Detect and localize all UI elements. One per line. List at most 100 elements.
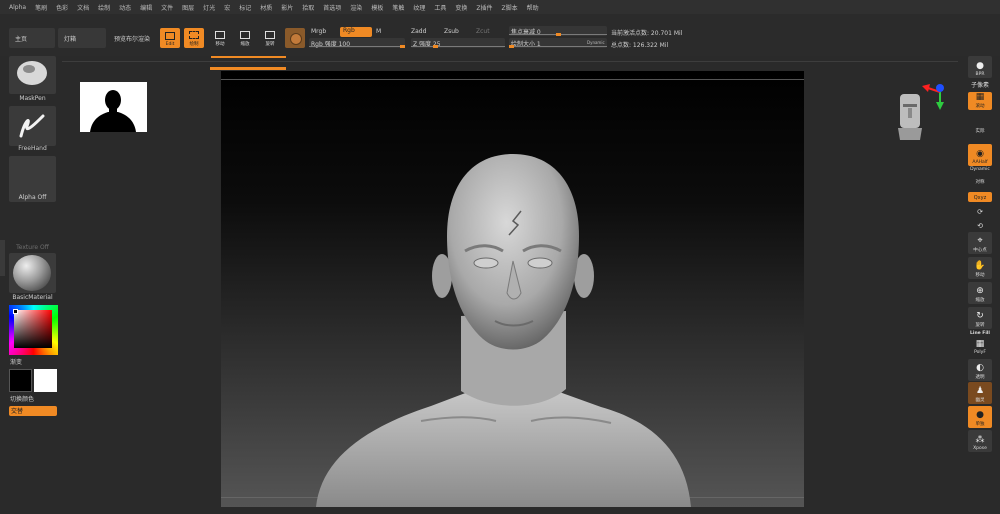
sculpt-bust-model[interactable] <box>221 71 804 507</box>
bpr-button[interactable]: ● BPR <box>968 56 992 78</box>
lightbox-label: 灯箱 <box>64 35 77 43</box>
mrgb-toggle[interactable]: Mrgb <box>311 28 326 35</box>
persp-button[interactable]: 对称 <box>964 179 996 185</box>
scroll-button[interactable]: ▦ 滚动 <box>968 92 992 110</box>
aahalf-button[interactable]: ◉ AAHalf <box>968 144 992 166</box>
rgb-intensity-slider[interactable]: Rgb 强度 100 <box>309 38 405 48</box>
navigation-gizmo[interactable] <box>892 80 948 144</box>
frame-button[interactable]: ⌖ 中心点 <box>968 232 992 254</box>
solo-button[interactable]: ● 单独 <box>968 406 992 428</box>
scale-button[interactable]: 缩放 <box>235 28 255 48</box>
rotate-button[interactable]: 旋转 <box>260 28 280 48</box>
stroke-name: FreeHand <box>18 145 47 152</box>
ghost-button[interactable]: ♟ 幽灵 <box>968 382 992 404</box>
menu-item-preferences[interactable]: 首选项 <box>323 3 341 12</box>
brush-selector[interactable] <box>9 56 56 94</box>
polyf-button[interactable]: ▦ PolyF <box>968 336 992 356</box>
dynamic-toggle[interactable]: Dynamic <box>587 40 605 45</box>
menu-item-draw[interactable]: 绘制 <box>98 3 110 12</box>
menu-item-layer[interactable]: 图层 <box>182 3 194 12</box>
rotate-view-button[interactable]: ↻ 旋转 <box>968 307 992 329</box>
home-button[interactable]: 主页 <box>9 28 55 48</box>
edit-button[interactable]: Edit <box>160 28 180 48</box>
z-intensity-slider[interactable]: Z 强度 25 <box>411 38 505 48</box>
move-label: 移动 <box>215 42 225 47</box>
menu-item-render[interactable]: 渲染 <box>350 3 362 12</box>
subpixel-label: 子像素 <box>970 82 989 89</box>
lightbox-button[interactable]: 灯箱 <box>58 28 106 48</box>
switch-color-button[interactable]: 切换颜色 <box>10 394 34 403</box>
menu-item-document[interactable]: 文档 <box>77 3 89 12</box>
rgb-toggle[interactable]: Rgb <box>340 27 372 37</box>
toolbar-divider <box>62 61 958 62</box>
menu-item-stencil[interactable]: 模板 <box>371 3 383 12</box>
material-sphere-icon <box>13 255 51 291</box>
menu-item-marker[interactable]: 标记 <box>239 3 251 12</box>
slider-track <box>309 46 405 47</box>
menu-item-stroke[interactable]: 笔触 <box>392 3 404 12</box>
dynamic-toggle[interactable]: Dynamic <box>964 167 996 172</box>
slider-knob[interactable] <box>433 45 439 48</box>
slider-knob[interactable] <box>509 45 515 48</box>
zsub-toggle[interactable]: Zsub <box>444 28 459 35</box>
menu-item-help[interactable]: 帮助 <box>527 3 539 12</box>
slider-knob[interactable] <box>555 33 561 36</box>
alternate-button[interactable]: 交替 <box>9 406 57 416</box>
left-dock-handle[interactable] <box>0 240 5 276</box>
color-picker[interactable] <box>9 305 58 355</box>
menu-item-macro[interactable]: 宏 <box>224 3 230 12</box>
material-selector[interactable] <box>9 253 56 293</box>
transp-button[interactable]: ◐ 透明 <box>968 359 992 381</box>
brush-name: MaskPen <box>19 95 46 102</box>
preview-render-button[interactable]: 预览布尔渲染 <box>108 28 154 48</box>
zcut-toggle[interactable]: Zcut <box>476 28 490 35</box>
xyz-button[interactable]: Qxyz <box>968 192 992 202</box>
scroll-icon: ▦ <box>975 92 985 102</box>
zoom-view-button[interactable]: ⊕ 缩放 <box>968 282 992 304</box>
alpha-selector[interactable]: Alpha Off <box>9 156 56 202</box>
document-canvas[interactable] <box>221 71 804 507</box>
menu-item-dynamics[interactable]: 动态 <box>119 3 131 12</box>
rotate-local-icon[interactable]: ⟳ <box>964 208 996 216</box>
menu-item-zplugin[interactable]: Z插件 <box>476 3 492 12</box>
color-cursor[interactable] <box>13 309 18 314</box>
actual-button[interactable]: 实际 <box>964 128 996 134</box>
xpose-button[interactable]: ⁂ Xpose <box>968 430 992 452</box>
menu-item-zscript[interactable]: Z脚本 <box>502 3 518 12</box>
texture-name[interactable]: Texture Off <box>9 244 56 251</box>
slider-track <box>509 46 607 47</box>
ghost-label: 幽灵 <box>975 398 985 403</box>
zoom-icon: ⊕ <box>976 286 984 296</box>
rotate-icon <box>265 31 275 39</box>
menu-item-movie[interactable]: 影片 <box>281 3 293 12</box>
gradient-toggle[interactable]: 渐变 <box>10 357 22 366</box>
primary-color-swatch[interactable] <box>9 369 32 392</box>
menu-item-transform[interactable]: 变换 <box>455 3 467 12</box>
slider-knob[interactable] <box>400 45 405 48</box>
secondary-color-swatch[interactable] <box>34 369 57 392</box>
move-button[interactable]: 移动 <box>210 28 230 48</box>
menu-item-brush[interactable]: 笔刷 <box>35 3 47 12</box>
draw-size-slider[interactable]: 绘制大小 1 Dynamic <box>509 38 607 48</box>
menu-item-alpha[interactable]: Alpha <box>9 4 26 11</box>
menu-item-picker[interactable]: 拾取 <box>302 3 314 12</box>
menu-item-material[interactable]: 材质 <box>260 3 272 12</box>
stroke-selector[interactable] <box>9 106 56 146</box>
rotate-axis-icon[interactable]: ⟲ <box>964 222 996 230</box>
draw-button[interactable]: 绘制 <box>184 28 204 48</box>
rotate-view-icon: ↻ <box>976 311 984 321</box>
menu-item-texture[interactable]: 纹理 <box>413 3 425 12</box>
material-swatch-button[interactable] <box>285 28 305 48</box>
zadd-toggle[interactable]: Zadd <box>411 28 426 35</box>
m-toggle[interactable]: M <box>376 28 381 35</box>
menu-item-file[interactable]: 文件 <box>161 3 173 12</box>
freehand-stroke-icon <box>19 114 45 138</box>
focal-shift-slider[interactable]: 焦点衰减 0 <box>509 26 607 36</box>
menu-item-color[interactable]: 色彩 <box>56 3 68 12</box>
saturation-value-square[interactable] <box>14 310 52 348</box>
menu-item-edit[interactable]: 编辑 <box>140 3 152 12</box>
menu-item-light[interactable]: 灯光 <box>203 3 215 12</box>
move-view-button[interactable]: ✋ 移动 <box>968 257 992 279</box>
reference-thumbnail[interactable] <box>80 82 147 132</box>
menu-item-tool[interactable]: 工具 <box>434 3 446 12</box>
